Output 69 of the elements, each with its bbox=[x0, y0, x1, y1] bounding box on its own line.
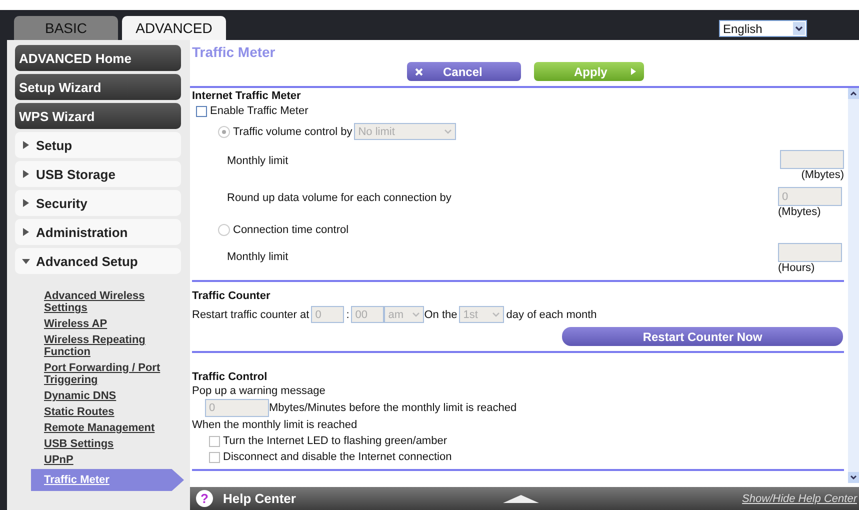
field-label: Pop up a warning message bbox=[192, 384, 326, 399]
unit-label: (Mbytes) bbox=[801, 169, 844, 181]
caret-right-icon bbox=[22, 228, 30, 236]
unit-label: (Mbytes) bbox=[778, 206, 821, 218]
field-label: Restart traffic counter at bbox=[192, 308, 310, 320]
field-label: Mbytes/Minutes before the monthly limit is reached bbox=[269, 402, 517, 414]
menu-group[interactable]: Advanced Setup bbox=[15, 248, 181, 274]
checkbox[interactable] bbox=[209, 452, 220, 462]
triangle-up-icon[interactable] bbox=[503, 494, 539, 502]
field-label: day of each month bbox=[506, 308, 597, 320]
field-label: When the monthly limit is reached bbox=[192, 418, 358, 433]
field-label: Monthly limit bbox=[227, 251, 288, 263]
radio-label: Connection time control bbox=[233, 224, 349, 236]
input-field[interactable] bbox=[778, 243, 842, 262]
scrollbar[interactable] bbox=[848, 88, 859, 483]
submenu-link[interactable]: Dynamic DNS bbox=[15, 389, 164, 403]
chevron-down-icon[interactable] bbox=[850, 475, 857, 480]
radio-label: Traffic volume control by bbox=[233, 126, 352, 138]
chevron-down-icon bbox=[412, 312, 420, 317]
time-separator: : bbox=[346, 308, 350, 320]
submenu-link[interactable]: Advanced Wireless Settings bbox=[15, 289, 164, 315]
checkbox[interactable] bbox=[209, 436, 220, 446]
submenu-link[interactable]: Static Routes bbox=[15, 405, 164, 419]
chevron-down-icon bbox=[444, 129, 452, 134]
submenu-link[interactable]: Wireless AP bbox=[15, 317, 164, 331]
help-title: Help Center bbox=[223, 491, 297, 506]
language-dropdown[interactable]: English bbox=[719, 20, 807, 37]
caret-right-icon bbox=[22, 141, 30, 149]
cancel-button[interactable]: Cancel bbox=[407, 62, 521, 81]
help-icon: ? bbox=[196, 490, 213, 507]
checkbox-label: Turn the Internet LED to flashing green/amber bbox=[223, 435, 447, 447]
submenu-link[interactable]: Port Forwarding / Port Triggering bbox=[15, 361, 164, 387]
menu-button[interactable]: Setup Wizard bbox=[15, 74, 181, 100]
submenu-link[interactable]: Remote Management bbox=[15, 421, 164, 435]
tab[interactable]: ADVANCED bbox=[122, 16, 226, 40]
restart-counter-button[interactable]: Restart Counter Now bbox=[562, 327, 843, 346]
caret-down-icon bbox=[22, 257, 30, 265]
checkbox-label: Enable Traffic Meter bbox=[210, 105, 308, 117]
section-heading: Internet Traffic Meter bbox=[192, 90, 302, 103]
submenu-link[interactable]: USB Settings bbox=[15, 437, 164, 451]
submenu-link[interactable]: Wireless Repeating Function bbox=[15, 333, 164, 359]
submenu-link[interactable]: UPnP bbox=[15, 453, 164, 467]
chevron-down-icon bbox=[795, 26, 803, 32]
menu-group[interactable]: Setup bbox=[15, 132, 181, 158]
menu-button[interactable]: WPS Wizard bbox=[15, 103, 181, 129]
checkbox[interactable] bbox=[196, 106, 207, 116]
chevron-up-icon[interactable] bbox=[850, 91, 857, 96]
help-toggle-link[interactable]: Show/Hide Help Center bbox=[742, 492, 857, 504]
field-label: Monthly limit bbox=[227, 155, 288, 167]
field-label: On the bbox=[424, 308, 458, 320]
caret-right-icon bbox=[22, 199, 30, 207]
section-heading: Traffic Control bbox=[192, 371, 268, 384]
checkbox-label: Disconnect and disable the Internet connection bbox=[223, 451, 452, 463]
caret-right-icon bbox=[22, 170, 30, 178]
radio-button[interactable] bbox=[218, 126, 230, 138]
menu-button[interactable]: ADVANCED Home bbox=[15, 45, 181, 71]
unit-label: (Hours) bbox=[778, 262, 815, 274]
menu-group[interactable]: Administration bbox=[15, 219, 181, 245]
chevron-down-icon bbox=[492, 312, 500, 317]
menu-group[interactable]: USB Storage bbox=[15, 161, 181, 187]
menu-group[interactable]: Security bbox=[15, 190, 181, 216]
section-heading: Traffic Counter bbox=[192, 290, 272, 303]
field-label: Round up data volume for each connection by bbox=[227, 192, 452, 204]
radio-button[interactable] bbox=[218, 224, 230, 236]
input-field[interactable] bbox=[780, 150, 844, 169]
close-icon bbox=[415, 68, 423, 76]
page-title: Traffic Meter bbox=[191, 43, 276, 62]
play-icon bbox=[631, 68, 636, 75]
tab[interactable]: BASIC bbox=[14, 16, 118, 40]
